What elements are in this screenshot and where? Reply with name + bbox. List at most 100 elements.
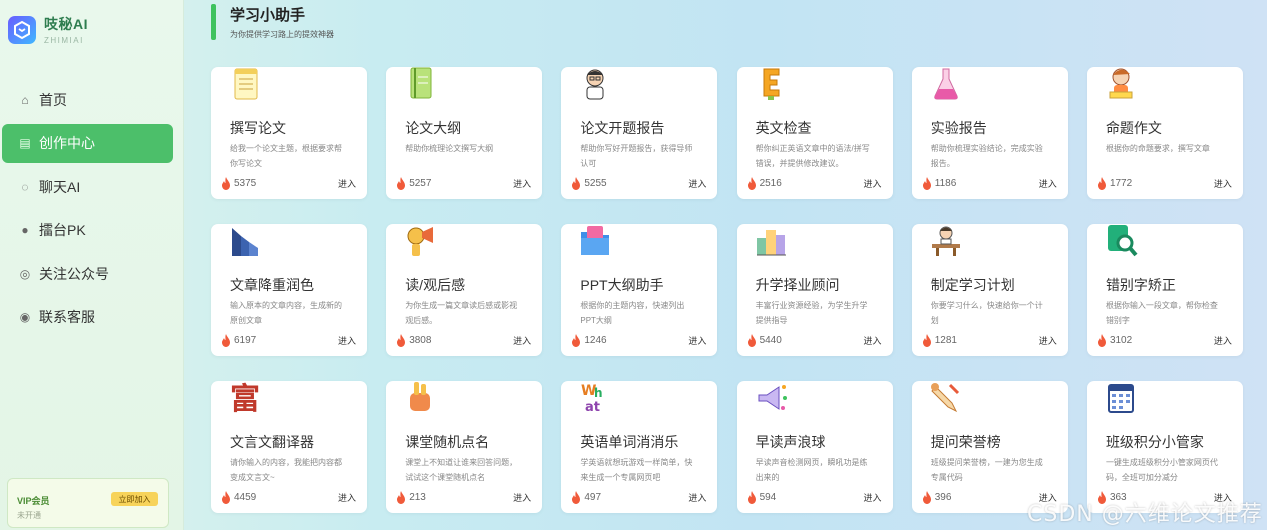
tool-card[interactable]: 错别字矫正 根据你输入一段文章，帮你检查错别字 3102 进入 — [1086, 224, 1243, 356]
card-description: 帮你纠正英语文章中的语法/拼写错误，并提供修改建议。 — [755, 144, 870, 168]
loudspeaker-icon — [753, 381, 789, 415]
enter-link[interactable]: 进入 — [1214, 177, 1232, 190]
usage-count-value: 396 — [934, 491, 952, 503]
tool-card[interactable]: PPT大纲助手 根据你的主题内容，快速列出PPT大纲 1246 进入 — [561, 224, 718, 356]
card-footer: 3808 进入 — [396, 332, 531, 348]
usage-count-value: 1772 — [1109, 177, 1133, 189]
sidebar-item-contact[interactable]: ◉ 联系客服 — [2, 298, 173, 337]
card-footer: 497 进入 — [571, 489, 706, 505]
enter-link[interactable]: 进入 — [1214, 334, 1232, 347]
tool-card[interactable]: Wh at 英语单词消消乐 学英语就想玩游戏一样简单，快来生成一个专属网页吧 497 进入 — [561, 381, 718, 513]
enter-link[interactable]: 进入 — [688, 491, 706, 504]
card-description: 班级提问荣誉榜，一建为您生成专属代码 — [930, 458, 1043, 482]
brand-subtitle: ZHIMIAI — [44, 36, 84, 45]
usage-count-value: 497 — [584, 491, 602, 503]
usage-count-value: 1246 — [584, 334, 607, 346]
tool-card[interactable]: 制定学习计划你要学习什么，快速给你一个计划 1281 进入 — [911, 224, 1068, 356]
tool-card[interactable]: 文章降重润色 输入原本的文章内容，生成新的原创文章 6197 进入 — [211, 224, 367, 356]
what-letters-icon: Wh at — [577, 381, 613, 415]
tool-card-grid: 撰写论文 给我一个论文主题，根据要求帮你写论文 5375 进入 论文大纲 帮助你梳理论文撰… — [211, 67, 1243, 513]
enter-link[interactable]: 进入 — [688, 334, 706, 347]
card-title: 读/观后感 — [405, 277, 466, 293]
tool-card[interactable]: 论文开题报告 帮助你写好开题报告，获得导师认可 5255 进入 — [561, 67, 718, 199]
sidebar-item-home[interactable]: ⌂ 首页 — [2, 80, 173, 119]
tool-card[interactable]: 实验报告 帮助你梳理实验结论，完成实验报告。 1186 进入 — [911, 67, 1068, 199]
sidebar-item-label: 擂台PK — [39, 222, 86, 238]
card-description: 为你生成一篇文章读后感或影视观后感。 — [405, 301, 518, 325]
sidebar-item-chat[interactable]: ◌ 聊天AI — [2, 167, 173, 206]
usage-count-value: 5257 — [409, 177, 432, 189]
enter-link[interactable]: 进入 — [688, 177, 706, 190]
hand-raise-icon — [402, 381, 438, 415]
location-icon: ◉ — [19, 310, 31, 324]
tool-card[interactable]: 升学择业顾问 丰富行业资源经验，为学生升学提供指导 5440 进入 — [736, 224, 893, 356]
desk-study-icon — [928, 224, 964, 258]
tool-card[interactable]: 撰写论文 给我一个论文主题，根据要求帮你写论文 5375 进入 — [211, 67, 367, 199]
tool-card[interactable]: 早读声浪球 早读声音检测网页，瞬吼功是练出来的 594 进入 — [736, 381, 893, 513]
flame-icon — [221, 176, 231, 190]
usage-count-value: 3102 — [1109, 334, 1133, 346]
enter-link[interactable]: 进入 — [1039, 334, 1057, 347]
sidebar-item-follow[interactable]: ◎ 关注公众号 — [2, 254, 173, 293]
wechat-icon: ◎ — [19, 266, 31, 281]
usage-count: 2516 — [747, 176, 782, 190]
enter-link[interactable]: 进入 — [338, 177, 356, 190]
card-description: 你要学习什么，快速给你一个计划 — [930, 301, 1043, 325]
vip-join-button[interactable]: 立即加入 — [111, 492, 158, 506]
enter-link[interactable]: 进入 — [1039, 177, 1057, 190]
vip-panel: VIP会员 未开通 立即加入 — [7, 478, 169, 528]
usage-count: 594 — [747, 490, 776, 504]
brand[interactable]: 吱秘AI ZHIMIAI — [8, 14, 88, 45]
card-footer: 6197 进入 — [221, 332, 356, 348]
card-title: 命题作文 — [1105, 120, 1162, 136]
usage-count-value: 5375 — [234, 177, 257, 189]
page-title: 学习小助手 — [230, 7, 306, 24]
sidebar-item-pk[interactable]: ● 擂台PK — [2, 211, 173, 250]
usage-count-value: 4459 — [234, 491, 257, 503]
tool-card[interactable]: 论文大纲 帮助你梳理论文撰写大纲 5257 进入 — [386, 67, 543, 199]
chat-icon: ◌ — [21, 179, 29, 194]
tool-card[interactable]: 富文言文翻译器 请你输入的内容，我能把内容都变成文言文~ 4459 进入 — [211, 381, 367, 513]
card-footer: 5255 进入 — [571, 175, 706, 191]
scroll-icon — [928, 381, 964, 415]
svg-text:at: at — [585, 400, 600, 415]
page-subtitle: 为你提供学习路上的提效神器 — [230, 30, 334, 39]
card-footer: 594 进入 — [747, 489, 882, 505]
usage-count-value: 6197 — [234, 334, 257, 346]
tool-card[interactable]: 班级积分小管家 一键生成班级积分小管家网页代码，全班可加分减分 363 进入 — [1086, 381, 1243, 513]
usage-count-value: 1281 — [934, 334, 957, 346]
sidebar-nav: ⌂ 首页 ▤ 创作中心 ◌ 聊天AI ● 擂台PK ◎ 关注公众号 ◉ 联系客服 — [2, 80, 173, 341]
card-description: 根据你的命题要求，撰写文章 — [1105, 144, 1210, 153]
tool-card[interactable]: 课堂随机点名 课堂上不知道让谁来回答问题，试试这个课堂随机点名 213 进入 — [386, 381, 543, 513]
usage-count: 1186 — [922, 176, 957, 190]
tool-card[interactable]: 提问荣誉榜 班级提问荣誉榜，一建为您生成专属代码 396 进入 — [911, 381, 1068, 513]
enter-link[interactable]: 进入 — [338, 491, 356, 504]
sidebar-item-create[interactable]: ▤ 创作中心 — [2, 123, 173, 163]
tool-card[interactable]: 英文检查 帮你纠正英语文章中的语法/拼写错误，并提供修改建议。 2516 进入 — [736, 67, 893, 199]
enter-link[interactable]: 进入 — [513, 177, 531, 190]
tool-card[interactable]: 读/观后感为你生成一篇文章读后感或影视观后感。 3808 进入 — [386, 224, 543, 356]
card-title: 课堂随机点名 — [405, 434, 490, 450]
vip-status: 未开通 — [17, 511, 41, 520]
flask-icon — [928, 67, 964, 101]
usage-count: 1772 — [1097, 176, 1133, 190]
watermark: CSDN @六维论文推荐 — [1027, 502, 1263, 527]
usage-count: 5440 — [747, 333, 782, 347]
card-description: 给我一个论文主题，根据要求帮你写论文 — [230, 144, 342, 168]
enter-link[interactable]: 进入 — [864, 491, 882, 504]
brand-logo-icon — [8, 15, 36, 44]
flame-icon — [396, 333, 406, 347]
enter-link[interactable]: 进入 — [338, 334, 356, 347]
usage-count: 1246 — [571, 333, 607, 347]
enter-link[interactable]: 进入 — [513, 334, 531, 347]
enter-link[interactable]: 进入 — [864, 177, 882, 190]
enter-link[interactable]: 进入 — [513, 491, 531, 504]
flame-icon — [747, 333, 757, 347]
professor-icon — [577, 67, 613, 101]
enter-link[interactable]: 进入 — [864, 334, 882, 347]
usage-count-value: 1186 — [934, 177, 957, 189]
card-title: 班级积分小管家 — [1105, 434, 1204, 450]
tool-card[interactable]: 命题作文根据你的命题要求，撰写文章 1772 进入 — [1086, 67, 1243, 199]
card-title: 制定学习计划 — [930, 277, 1015, 293]
usage-count: 3808 — [396, 333, 431, 347]
